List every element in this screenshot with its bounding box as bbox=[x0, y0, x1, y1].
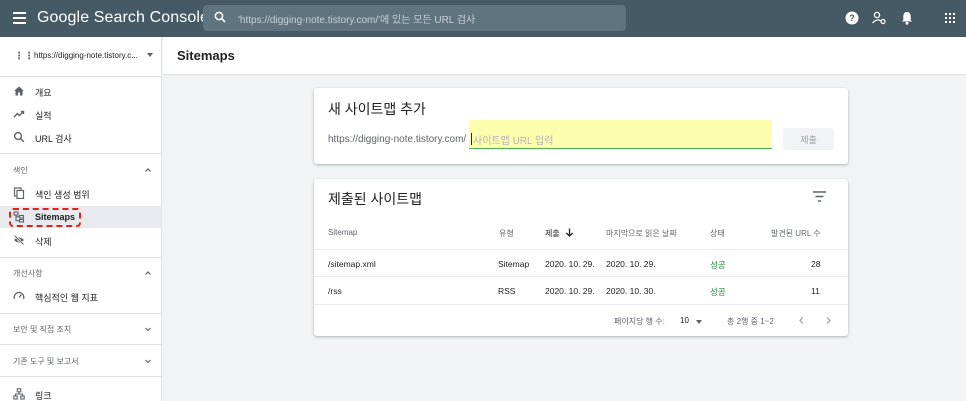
section-index[interactable]: 색인 bbox=[0, 159, 162, 181]
filter-icon[interactable] bbox=[813, 191, 826, 202]
cell-sitemap: /rss bbox=[328, 286, 342, 296]
divider bbox=[0, 344, 162, 345]
url-inspection-search[interactable]: 'https://digging-note.tistory.com/'에 있는 … bbox=[203, 5, 626, 31]
section-security[interactable]: 보안 및 직접 조치 bbox=[0, 318, 162, 340]
page-range: 총 2행 중 1~2 bbox=[727, 317, 774, 326]
sitemap-url-input[interactable] bbox=[469, 120, 772, 149]
sidebar-item-performance[interactable]: 실적 bbox=[0, 103, 162, 125]
table-row[interactable]: /sitemap.xml Sitemap 2020. 10. 29. 2020.… bbox=[314, 249, 848, 276]
cell-type: RSS bbox=[498, 286, 516, 296]
chevron-down-icon bbox=[145, 359, 151, 364]
apps-grid-icon[interactable] bbox=[942, 10, 958, 26]
sidebar-item-coverage[interactable]: 색인 생성 범위 bbox=[0, 182, 162, 204]
section-enhancements[interactable]: 개선사항 bbox=[0, 262, 162, 284]
top-app-bar: Google Search Console 'https://digging-n… bbox=[0, 0, 966, 37]
cell-discovered-urls: 28 bbox=[811, 259, 821, 269]
sidebar-item-removals[interactable]: 삭제 bbox=[0, 229, 162, 251]
cell-discovered-urls: 11 bbox=[811, 286, 820, 296]
eye-off-icon bbox=[13, 234, 25, 246]
column-header-status[interactable]: 상태 bbox=[710, 228, 725, 239]
chevron-right-icon[interactable] bbox=[824, 316, 833, 325]
menu-icon[interactable] bbox=[13, 12, 26, 24]
rows-per-page-label: 페이지당 행 수: bbox=[614, 317, 665, 326]
links-icon bbox=[13, 388, 25, 400]
app-title[interactable]: Google Search Console bbox=[37, 9, 209, 27]
trending-icon bbox=[13, 110, 25, 118]
page-title: Sitemaps bbox=[177, 48, 235, 63]
search-icon bbox=[214, 11, 226, 23]
arrow-down-icon bbox=[565, 228, 573, 237]
pagination: 페이지당 행 수: 10 총 2행 중 1~2 bbox=[314, 304, 848, 336]
divider bbox=[0, 153, 162, 154]
search-icon bbox=[13, 131, 25, 143]
add-sitemap-title: 새 사이트맵 추가 bbox=[328, 101, 426, 117]
chevron-down-icon bbox=[145, 327, 151, 332]
help-icon[interactable]: ? bbox=[844, 10, 860, 26]
cell-submitted: 2020. 10. 29. bbox=[545, 259, 595, 269]
site-url-prefix: https://digging-note.tistory.com/ bbox=[328, 134, 467, 145]
chevron-left-icon[interactable] bbox=[797, 316, 806, 325]
column-header-submitted[interactable]: 제출 bbox=[545, 228, 574, 239]
sidebar-item-links[interactable]: 링크 bbox=[0, 383, 162, 401]
sidebar-item-overview[interactable]: 개요 bbox=[0, 80, 162, 102]
property-selector[interactable]: ⋮⋮ https://digging-note.tistory.c... bbox=[0, 37, 162, 77]
chevron-down-icon[interactable] bbox=[696, 320, 702, 324]
search-placeholder: 'https://digging-note.tistory.com/'에 있는 … bbox=[238, 15, 476, 26]
submitted-sitemaps-card: 제출된 사이트맵 Sitemap 유형 제출 마지막으로 읽은 날짜 상태 발견… bbox=[314, 179, 848, 336]
column-header-submitted-label: 제출 bbox=[545, 229, 560, 238]
cell-status: 성공 bbox=[710, 260, 726, 270]
rows-per-page-select[interactable]: 10 bbox=[680, 316, 689, 325]
cell-sitemap: /sitemap.xml bbox=[328, 259, 376, 269]
divider bbox=[0, 313, 162, 314]
submit-button[interactable]: 제출 bbox=[783, 128, 834, 150]
submitted-sitemaps-title: 제출된 사이트맵 bbox=[328, 191, 423, 207]
sidebar-item-url-inspection[interactable]: URL 검사 bbox=[0, 126, 162, 148]
cell-last-read: 2020. 10. 30. bbox=[606, 286, 656, 296]
svg-text:?: ? bbox=[849, 13, 855, 23]
property-icon: ⋮⋮ bbox=[14, 51, 34, 62]
divider bbox=[0, 376, 162, 377]
property-url: https://digging-note.tistory.c... bbox=[34, 51, 138, 60]
page-header: Sitemaps bbox=[163, 37, 966, 75]
column-header-discovered-urls[interactable]: 발견된 URL 수 bbox=[771, 228, 821, 239]
cell-type: Sitemap bbox=[498, 259, 530, 269]
section-legacy-tools[interactable]: 기존 도구 및 보고서 bbox=[0, 350, 162, 372]
column-header-sitemap[interactable]: Sitemap bbox=[328, 228, 357, 237]
notifications-icon[interactable] bbox=[899, 10, 915, 26]
column-header-last-read[interactable]: 마지막으로 읽은 날짜 bbox=[606, 228, 677, 239]
account-settings-icon[interactable] bbox=[871, 10, 887, 26]
cell-submitted: 2020. 10. 29. bbox=[545, 286, 595, 296]
chevron-up-icon bbox=[145, 271, 151, 275]
divider bbox=[0, 257, 162, 258]
chevron-down-icon bbox=[147, 53, 153, 57]
annotation-highlight bbox=[9, 208, 81, 227]
sidebar-item-core-web-vitals[interactable]: 핵심적인 웹 지표 bbox=[0, 285, 162, 307]
copy-icon bbox=[13, 187, 25, 199]
table-row[interactable]: /rss RSS 2020. 10. 29. 2020. 10. 30. 성공 … bbox=[314, 276, 848, 303]
home-icon bbox=[14, 86, 24, 96]
text-cursor bbox=[471, 133, 472, 145]
cell-last-read: 2020. 10. 29. bbox=[606, 259, 656, 269]
gauge-icon bbox=[13, 291, 25, 300]
column-header-type[interactable]: 유형 bbox=[499, 228, 514, 239]
cell-status: 성공 bbox=[710, 287, 726, 297]
add-sitemap-card: 새 사이트맵 추가 https://digging-note.tistory.c… bbox=[314, 88, 848, 164]
chevron-up-icon bbox=[145, 168, 151, 172]
